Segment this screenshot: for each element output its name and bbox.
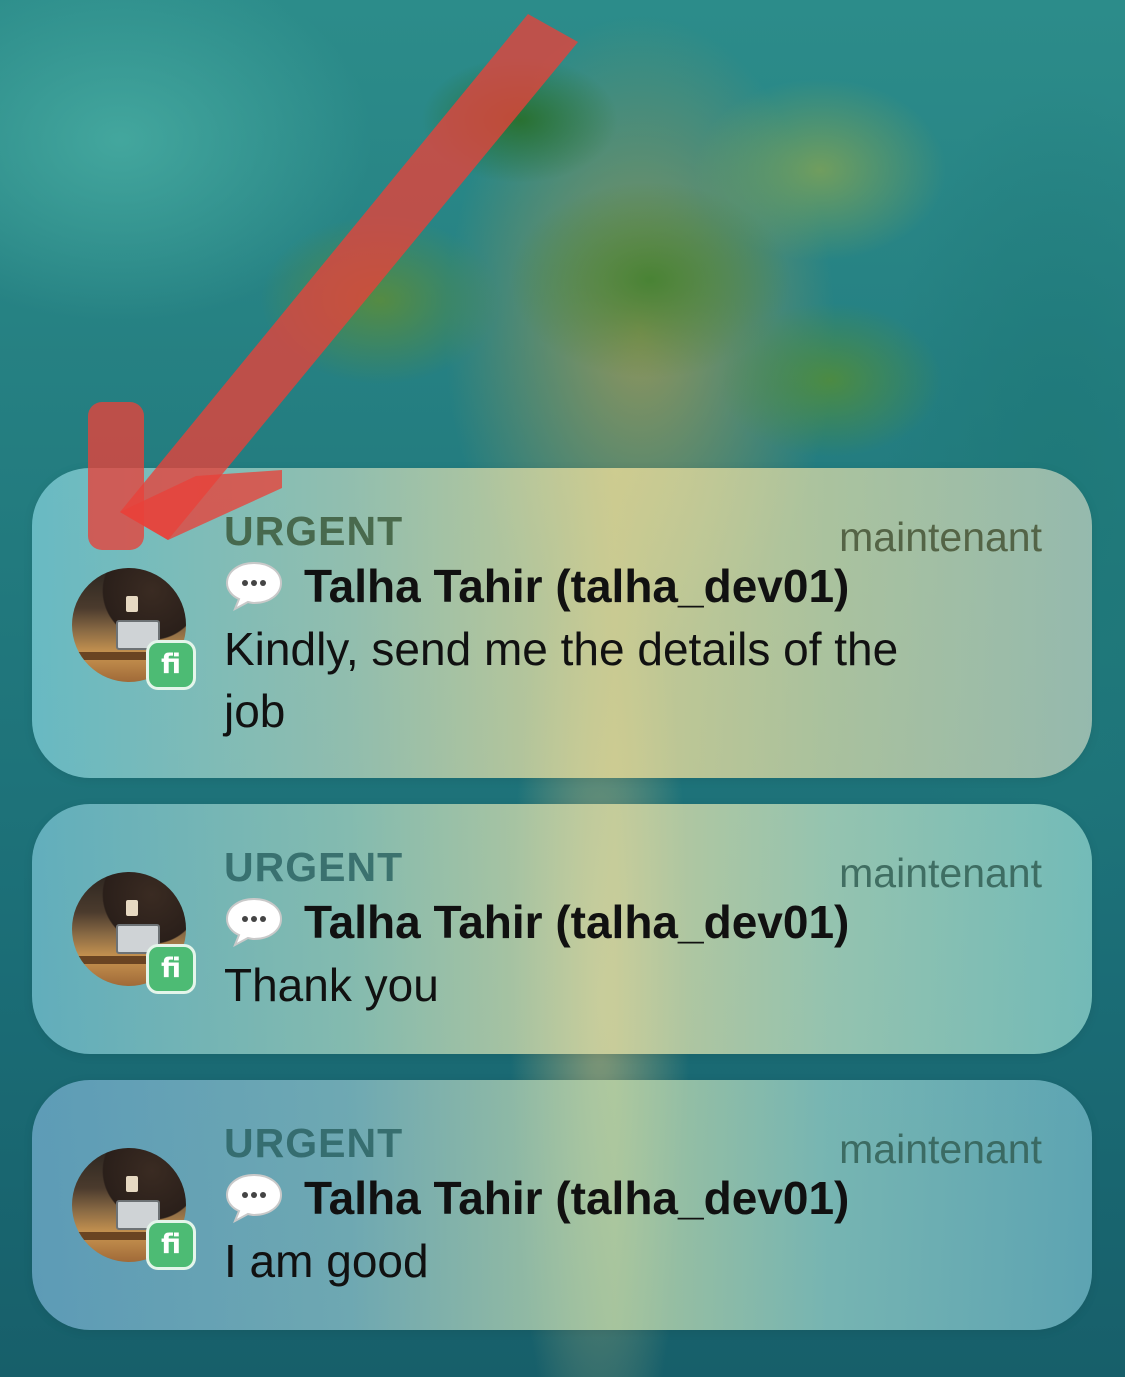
message-text: I am good — [224, 1235, 429, 1287]
sender-row: Talha Tahir (talha_dev01) — [224, 556, 849, 616]
message-text: Thank you — [224, 959, 439, 1011]
app-badge-icon: fi — [146, 640, 196, 690]
notification-category: URGENT — [224, 508, 404, 554]
sender-name: Talha Tahir (talha_dev01) — [304, 896, 850, 948]
app-badge-icon: fi — [146, 1220, 196, 1270]
notification-time: maintenant — [839, 514, 1042, 560]
notification-card[interactable]: fi URGENT maintenant Talha Tahir (talha_… — [32, 468, 1092, 778]
notification-time: maintenant — [839, 1126, 1042, 1172]
notification-card[interactable]: fi URGENT maintenant Talha Tahir (talha_… — [32, 1080, 1092, 1330]
message-text: Kindly, send me the details of the job — [224, 623, 899, 737]
notification-category: URGENT — [224, 844, 404, 890]
notification-time: maintenant — [839, 850, 1042, 896]
sender-name: Talha Tahir (talha_dev01) — [304, 1172, 850, 1224]
speech-bubble-icon — [224, 896, 284, 948]
sender-row: Talha Tahir (talha_dev01) — [224, 1168, 849, 1228]
notification-card[interactable]: fi URGENT maintenant Talha Tahir (talha_… — [32, 804, 1092, 1054]
sender-name: Talha Tahir (talha_dev01) — [304, 560, 850, 612]
speech-bubble-icon — [224, 560, 284, 612]
lock-screen: fi URGENT maintenant Talha Tahir (talha_… — [0, 0, 1125, 1377]
notification-category: URGENT — [224, 1120, 404, 1166]
app-badge-icon: fi — [146, 944, 196, 994]
speech-bubble-icon — [224, 1172, 284, 1224]
sender-row: Talha Tahir (talha_dev01) — [224, 892, 849, 952]
